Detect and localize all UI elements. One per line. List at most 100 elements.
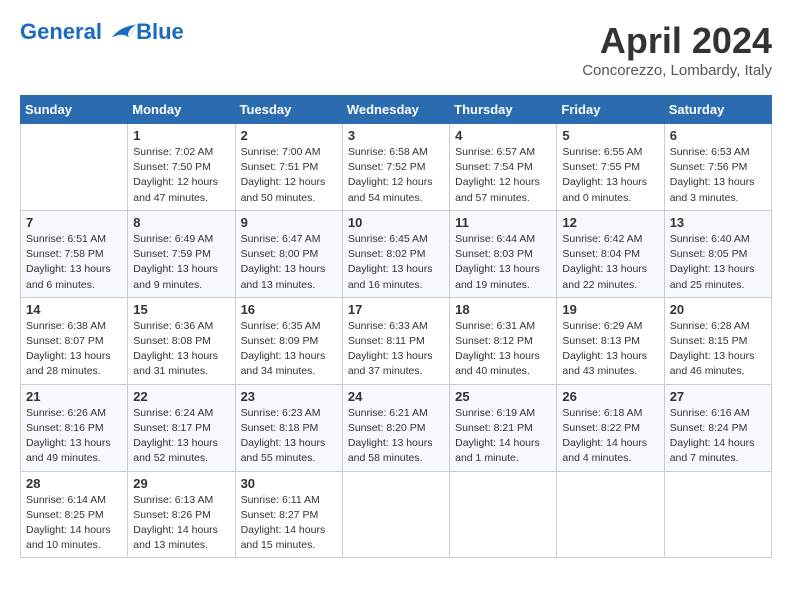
day-cell: [21, 124, 128, 211]
day-number: 27: [670, 389, 766, 404]
week-row-3: 14Sunrise: 6:38 AM Sunset: 8:07 PM Dayli…: [21, 297, 772, 384]
day-cell: 2Sunrise: 7:00 AM Sunset: 7:51 PM Daylig…: [235, 124, 342, 211]
day-number: 26: [562, 389, 658, 404]
weekday-header-friday: Friday: [557, 96, 664, 124]
day-cell: 27 Sunrise: 6:16 AM Sunset: 8:24 PM Dayli…: [664, 384, 771, 471]
day-number: 4: [455, 128, 551, 143]
weekday-header-saturday: Saturday: [664, 96, 771, 124]
weekday-header-wednesday: Wednesday: [342, 96, 449, 124]
day-number: 10: [348, 215, 444, 230]
day-number: 3: [348, 128, 444, 143]
day-cell: 21 Sunrise: 6:26 AM Sunset: 8:16 PM Dayli…: [21, 384, 128, 471]
day-info: Sunrise: 6:11 AM Sunset: 8:27 PM Dayligh…: [241, 493, 337, 554]
day-info: Sunrise: 6:31 AM Sunset: 8:12 PM Dayligh…: [455, 319, 551, 380]
logo-bird-icon: [110, 20, 138, 42]
title-area: April 2024 Concorezzo, Lombardy, Italy: [582, 20, 772, 79]
day-info: Sunrise: 6:35 AM Sunset: 8:09 PM Dayligh…: [241, 319, 337, 380]
week-row-1: 1 Sunrise: 7:02 AM Sunset: 7:50 PM Daylig…: [21, 124, 772, 211]
day-info: Sunrise: 6:16 AM Sunset: 8:24 PM Dayligh…: [670, 406, 766, 467]
day-number: 23: [241, 389, 337, 404]
day-cell: 9 Sunrise: 6:47 AM Sunset: 8:00 PM Daylig…: [235, 210, 342, 297]
logo: General Blue: [20, 20, 184, 44]
day-info: Sunrise: 7:00 AM Sunset: 7:51 PM Dayligh…: [241, 145, 337, 206]
logo-general: General: [20, 19, 102, 44]
day-info: Sunrise: 6:19 AM Sunset: 8:21 PM Dayligh…: [455, 406, 551, 467]
day-number: 25: [455, 389, 551, 404]
day-cell: 19Sunrise: 6:29 AM Sunset: 8:13 PM Dayli…: [557, 297, 664, 384]
day-info: Sunrise: 6:24 AM Sunset: 8:17 PM Dayligh…: [133, 406, 229, 467]
day-number: 30: [241, 476, 337, 491]
day-cell: 3Sunrise: 6:58 AM Sunset: 7:52 PM Daylig…: [342, 124, 449, 211]
day-cell: [557, 471, 664, 558]
day-info: Sunrise: 6:44 AM Sunset: 8:03 PM Dayligh…: [455, 232, 551, 293]
day-cell: 26 Sunrise: 6:18 AM Sunset: 8:22 PM Dayli…: [557, 384, 664, 471]
day-number: 6: [670, 128, 766, 143]
day-cell: 1 Sunrise: 7:02 AM Sunset: 7:50 PM Daylig…: [128, 124, 235, 211]
day-number: 13: [670, 215, 766, 230]
day-cell: 15 Sunrise: 6:36 AM Sunset: 8:08 PM Dayli…: [128, 297, 235, 384]
day-info: Sunrise: 6:51 AM Sunset: 7:58 PM Dayligh…: [26, 232, 122, 293]
day-cell: 30 Sunrise: 6:11 AM Sunset: 8:27 PM Dayli…: [235, 471, 342, 558]
day-cell: 14Sunrise: 6:38 AM Sunset: 8:07 PM Dayli…: [21, 297, 128, 384]
day-number: 28: [26, 476, 122, 491]
weekday-header-row: SundayMondayTuesdayWednesdayThursdayFrid…: [21, 96, 772, 124]
weekday-header-sunday: Sunday: [21, 96, 128, 124]
day-cell: 25 Sunrise: 6:19 AM Sunset: 8:21 PM Dayli…: [450, 384, 557, 471]
day-info: Sunrise: 6:36 AM Sunset: 8:08 PM Dayligh…: [133, 319, 229, 380]
day-number: 9: [241, 215, 337, 230]
day-number: 19: [562, 302, 658, 317]
day-info: Sunrise: 6:33 AM Sunset: 8:11 PM Dayligh…: [348, 319, 444, 380]
day-cell: [450, 471, 557, 558]
day-info: Sunrise: 6:42 AM Sunset: 8:04 PM Dayligh…: [562, 232, 658, 293]
calendar-table: SundayMondayTuesdayWednesdayThursdayFrid…: [20, 95, 772, 558]
day-cell: 10 Sunrise: 6:45 AM Sunset: 8:02 PM Dayli…: [342, 210, 449, 297]
day-cell: 12 Sunrise: 6:42 AM Sunset: 8:04 PM Dayli…: [557, 210, 664, 297]
day-number: 1: [133, 128, 229, 143]
day-number: 8: [133, 215, 229, 230]
day-info: Sunrise: 6:21 AM Sunset: 8:20 PM Dayligh…: [348, 406, 444, 467]
day-cell: 5Sunrise: 6:55 AM Sunset: 7:55 PM Daylig…: [557, 124, 664, 211]
day-cell: 8 Sunrise: 6:49 AM Sunset: 7:59 PM Daylig…: [128, 210, 235, 297]
day-cell: [342, 471, 449, 558]
day-cell: 16 Sunrise: 6:35 AM Sunset: 8:09 PM Dayli…: [235, 297, 342, 384]
day-number: 15: [133, 302, 229, 317]
day-cell: 4Sunrise: 6:57 AM Sunset: 7:54 PM Daylig…: [450, 124, 557, 211]
day-cell: 18Sunrise: 6:31 AM Sunset: 8:12 PM Dayli…: [450, 297, 557, 384]
day-info: Sunrise: 6:28 AM Sunset: 8:15 PM Dayligh…: [670, 319, 766, 380]
day-number: 24: [348, 389, 444, 404]
month-title: April 2024: [582, 20, 772, 62]
day-number: 11: [455, 215, 551, 230]
day-number: 16: [241, 302, 337, 317]
week-row-2: 7Sunrise: 6:51 AM Sunset: 7:58 PM Daylig…: [21, 210, 772, 297]
day-info: Sunrise: 6:49 AM Sunset: 7:59 PM Dayligh…: [133, 232, 229, 293]
day-number: 22: [133, 389, 229, 404]
day-cell: 20Sunrise: 6:28 AM Sunset: 8:15 PM Dayli…: [664, 297, 771, 384]
day-info: Sunrise: 7:02 AM Sunset: 7:50 PM Dayligh…: [133, 145, 229, 206]
day-cell: 29Sunrise: 6:13 AM Sunset: 8:26 PM Dayli…: [128, 471, 235, 558]
day-info: Sunrise: 6:13 AM Sunset: 8:26 PM Dayligh…: [133, 493, 229, 554]
page-header: General Blue April 2024 Concorezzo, Lomb…: [20, 20, 772, 79]
logo-blue: Blue: [136, 20, 184, 44]
weekday-header-thursday: Thursday: [450, 96, 557, 124]
day-cell: 13Sunrise: 6:40 AM Sunset: 8:05 PM Dayli…: [664, 210, 771, 297]
day-info: Sunrise: 6:47 AM Sunset: 8:00 PM Dayligh…: [241, 232, 337, 293]
day-info: Sunrise: 6:26 AM Sunset: 8:16 PM Dayligh…: [26, 406, 122, 467]
location: Concorezzo, Lombardy, Italy: [582, 62, 772, 79]
day-info: Sunrise: 6:53 AM Sunset: 7:56 PM Dayligh…: [670, 145, 766, 206]
day-cell: 23 Sunrise: 6:23 AM Sunset: 8:18 PM Dayli…: [235, 384, 342, 471]
day-number: 12: [562, 215, 658, 230]
day-cell: [664, 471, 771, 558]
day-number: 21: [26, 389, 122, 404]
weekday-header-tuesday: Tuesday: [235, 96, 342, 124]
day-cell: 6 Sunrise: 6:53 AM Sunset: 7:56 PM Daylig…: [664, 124, 771, 211]
day-info: Sunrise: 6:23 AM Sunset: 8:18 PM Dayligh…: [241, 406, 337, 467]
logo-text: General: [20, 20, 138, 44]
day-info: Sunrise: 6:18 AM Sunset: 8:22 PM Dayligh…: [562, 406, 658, 467]
week-row-5: 28Sunrise: 6:14 AM Sunset: 8:25 PM Dayli…: [21, 471, 772, 558]
day-cell: 17Sunrise: 6:33 AM Sunset: 8:11 PM Dayli…: [342, 297, 449, 384]
day-cell: 28Sunrise: 6:14 AM Sunset: 8:25 PM Dayli…: [21, 471, 128, 558]
day-cell: 7Sunrise: 6:51 AM Sunset: 7:58 PM Daylig…: [21, 210, 128, 297]
day-number: 14: [26, 302, 122, 317]
day-info: Sunrise: 6:45 AM Sunset: 8:02 PM Dayligh…: [348, 232, 444, 293]
day-number: 5: [562, 128, 658, 143]
